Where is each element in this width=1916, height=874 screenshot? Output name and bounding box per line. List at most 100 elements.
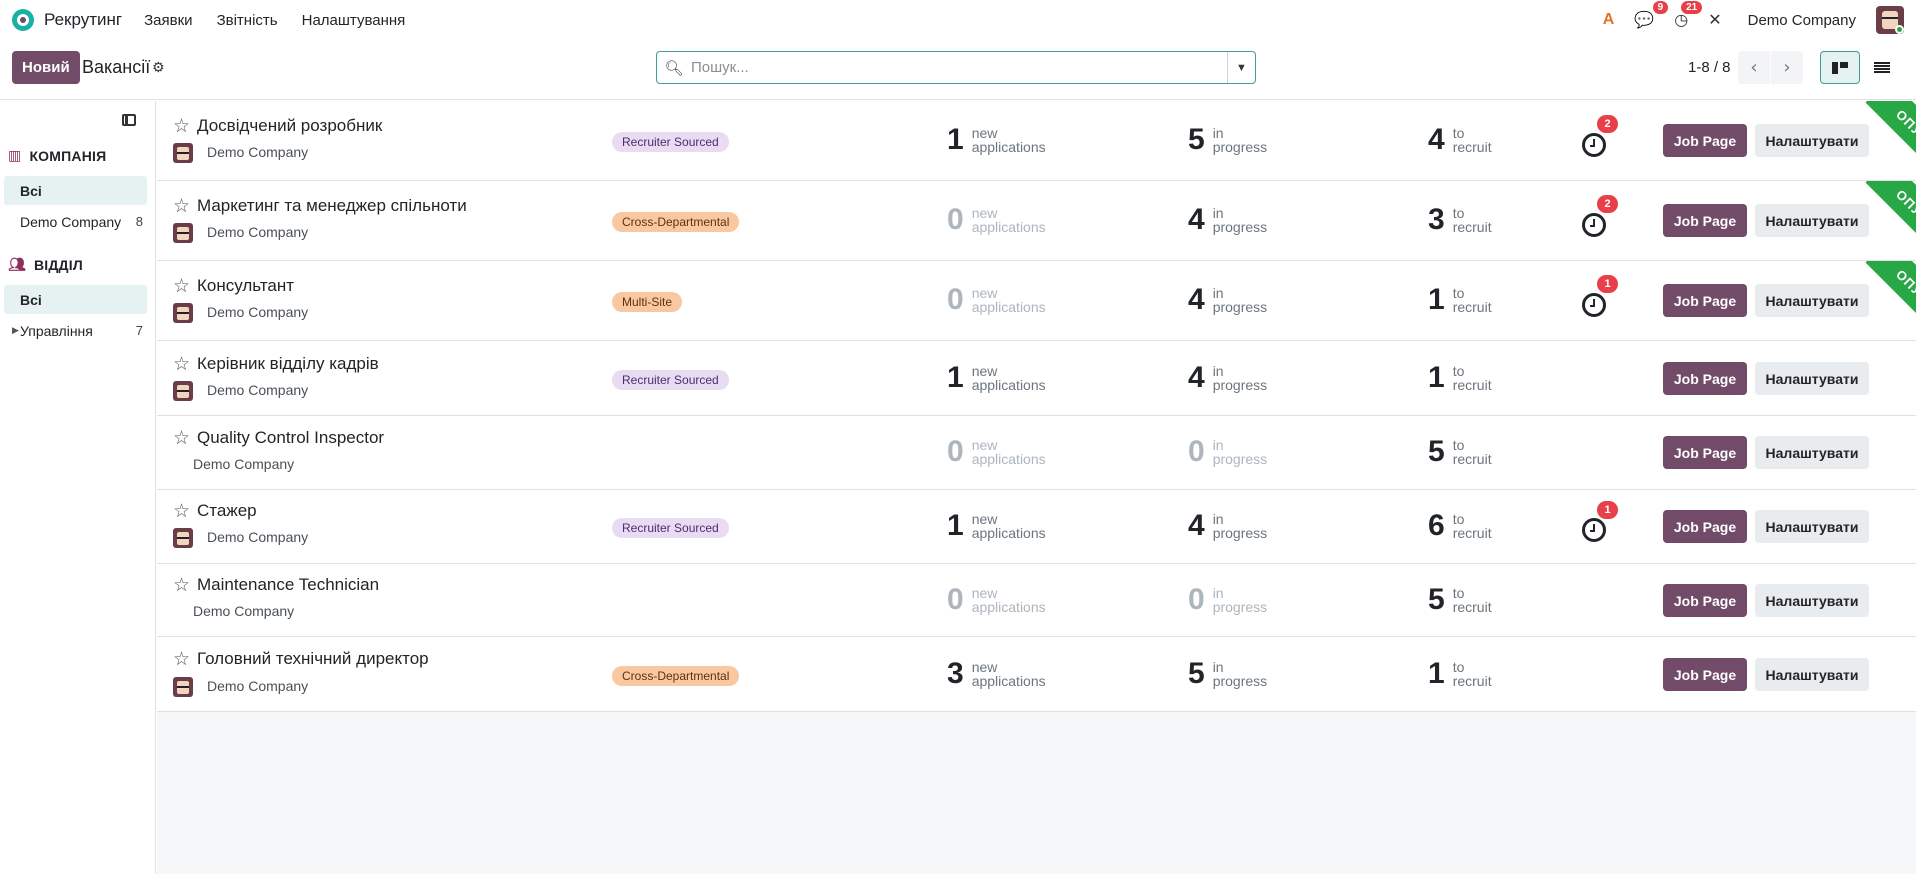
job-title[interactable]: Головний технічний директор — [197, 649, 429, 669]
ai-icon[interactable]: A — [1603, 11, 1615, 29]
job-page-button[interactable]: Job Page — [1663, 362, 1747, 395]
configure-button[interactable]: Налаштувати — [1755, 658, 1869, 691]
in-progress-stat[interactable]: 4 in progress — [1188, 205, 1267, 235]
configure-button[interactable]: Налаштувати — [1755, 436, 1869, 469]
new-applications-stat[interactable]: 0 new applications — [947, 205, 1046, 235]
job-card[interactable]: ☆ Керівник відділу кадрів Demo Company R… — [157, 341, 1916, 416]
pager-previous-button[interactable]: ‹ — [1738, 51, 1770, 84]
to-recruit-stat: 5 to recruit — [1428, 437, 1492, 467]
job-page-button[interactable]: Job Page — [1663, 510, 1747, 543]
in-progress-stat[interactable]: 5 in progress — [1188, 125, 1267, 155]
activities-icon[interactable]: ◷ 21 — [1674, 1, 1703, 30]
new-button[interactable]: Новий — [12, 51, 80, 84]
search-input[interactable] — [691, 52, 1227, 83]
new-applications-count: 0 — [947, 435, 964, 468]
menu-reporting[interactable]: Звітність — [217, 12, 278, 29]
caret-right-icon[interactable]: ▶ — [12, 325, 19, 336]
new-applications-count: 1 — [947, 123, 964, 156]
job-title[interactable]: Керівник відділу кадрів — [197, 354, 379, 374]
configure-button[interactable]: Налаштувати — [1755, 584, 1869, 617]
star-icon[interactable]: ☆ — [173, 115, 190, 138]
job-card[interactable]: ☆ Маркетинг та менеджер спільноти Demo C… — [157, 181, 1916, 261]
department-filter-management[interactable]: ▶ Управління 7 — [4, 316, 147, 345]
activity-clock-icon[interactable] — [1582, 133, 1606, 157]
pager-value[interactable]: 1-8 / 8 — [1688, 59, 1731, 76]
in-progress-stat[interactable]: 4 in progress — [1188, 511, 1267, 541]
new-applications-stat[interactable]: 1 new applications — [947, 511, 1046, 541]
new-applications-stat[interactable]: 0 new applications — [947, 437, 1046, 467]
star-icon[interactable]: ☆ — [173, 195, 190, 218]
job-card[interactable]: ☆ Maintenance Technician Demo Company 0 … — [157, 564, 1916, 637]
list-view-button[interactable] — [1862, 51, 1902, 84]
activity-clock-icon[interactable] — [1582, 213, 1606, 237]
in-progress-label: in progress — [1212, 511, 1268, 541]
job-card[interactable]: ☆ Досвідчений розробник Demo Company Rec… — [157, 101, 1916, 181]
company-filter-all[interactable]: Всі — [4, 176, 147, 205]
new-applications-label: new applications — [971, 205, 1046, 235]
job-company: Demo Company — [207, 382, 309, 398]
job-title[interactable]: Консультант — [197, 276, 294, 296]
star-icon[interactable]: ☆ — [173, 574, 190, 597]
in-progress-stat[interactable]: 0 in progress — [1188, 437, 1267, 467]
online-status-icon — [1895, 25, 1904, 34]
tools-icon[interactable]: ✕ — [1708, 10, 1721, 30]
company-filter-demo-company[interactable]: Demo Company 8 — [4, 207, 147, 236]
job-tag: Recruiter Sourced — [612, 518, 729, 538]
job-card[interactable]: ☆ Консультант Demo Company Multi-Site 0 … — [157, 261, 1916, 341]
new-applications-stat[interactable]: 1 new applications — [947, 363, 1046, 393]
job-title[interactable]: Досвідчений розробник — [197, 116, 382, 136]
menu-configuration[interactable]: Налаштування — [302, 12, 406, 29]
configure-button[interactable]: Налаштувати — [1755, 284, 1869, 317]
app-name[interactable]: Рекрутинг — [44, 10, 122, 30]
pager-next-button[interactable]: › — [1771, 51, 1803, 84]
job-page-button[interactable]: Job Page — [1663, 204, 1747, 237]
job-card[interactable]: ☆ Quality Control Inspector Demo Company… — [157, 416, 1916, 490]
published-ribbon-suffix: О — [1891, 315, 1902, 330]
star-icon[interactable]: ☆ — [173, 500, 190, 523]
company-switcher[interactable]: Demo Company — [1748, 12, 1856, 29]
in-progress-count: 4 — [1188, 361, 1205, 394]
in-progress-stat[interactable]: 4 in progress — [1188, 363, 1267, 393]
collapse-sidebar-icon[interactable] — [122, 114, 136, 126]
new-applications-count: 1 — [947, 509, 964, 542]
in-progress-label: in progress — [1212, 437, 1268, 467]
activity-clock-icon[interactable] — [1582, 293, 1606, 317]
in-progress-stat[interactable]: 4 in progress — [1188, 285, 1267, 315]
in-progress-stat[interactable]: 0 in progress — [1188, 585, 1267, 615]
recruitment-app-icon[interactable] — [12, 9, 34, 31]
new-applications-stat[interactable]: 0 new applications — [947, 285, 1046, 315]
kanban-view-button[interactable] — [1820, 51, 1860, 84]
department-filter-all[interactable]: Всі — [4, 285, 147, 314]
in-progress-stat[interactable]: 5 in progress — [1188, 659, 1267, 689]
to-recruit-label: to recruit — [1452, 437, 1492, 467]
configure-button[interactable]: Налаштувати — [1755, 510, 1869, 543]
new-applications-stat[interactable]: 3 new applications — [947, 659, 1046, 689]
star-icon[interactable]: ☆ — [173, 427, 190, 450]
activity-clock-icon[interactable] — [1582, 518, 1606, 542]
new-applications-label: new applications — [971, 285, 1046, 315]
user-avatar[interactable] — [1876, 6, 1904, 34]
search-options-toggle[interactable]: ▼ — [1227, 52, 1255, 83]
job-title[interactable]: Maintenance Technician — [197, 575, 379, 595]
job-page-button[interactable]: Job Page — [1663, 284, 1747, 317]
configure-button[interactable]: Налаштувати — [1755, 362, 1869, 395]
job-page-button[interactable]: Job Page — [1663, 124, 1747, 157]
job-page-button[interactable]: Job Page — [1663, 436, 1747, 469]
job-title[interactable]: Маркетинг та менеджер спільноти — [197, 196, 467, 216]
configure-button[interactable]: Налаштувати — [1755, 204, 1869, 237]
messages-icon[interactable]: 💬 9 — [1634, 1, 1669, 30]
job-page-button[interactable]: Job Page — [1663, 658, 1747, 691]
job-card[interactable]: ☆ Головний технічний директор Demo Compa… — [157, 637, 1916, 712]
configure-button[interactable]: Налаштувати — [1755, 124, 1869, 157]
job-page-button[interactable]: Job Page — [1663, 584, 1747, 617]
new-applications-stat[interactable]: 1 new applications — [947, 125, 1046, 155]
new-applications-stat[interactable]: 0 new applications — [947, 585, 1046, 615]
star-icon[interactable]: ☆ — [173, 275, 190, 298]
gear-icon[interactable]: ⚙ — [152, 59, 165, 76]
job-title[interactable]: Стажер — [197, 501, 257, 521]
menu-applications[interactable]: Заявки — [144, 12, 192, 29]
job-card[interactable]: ☆ Стажер Demo Company Recruiter Sourced … — [157, 490, 1916, 564]
job-title[interactable]: Quality Control Inspector — [197, 428, 384, 448]
star-icon[interactable]: ☆ — [173, 648, 190, 671]
star-icon[interactable]: ☆ — [173, 353, 190, 376]
